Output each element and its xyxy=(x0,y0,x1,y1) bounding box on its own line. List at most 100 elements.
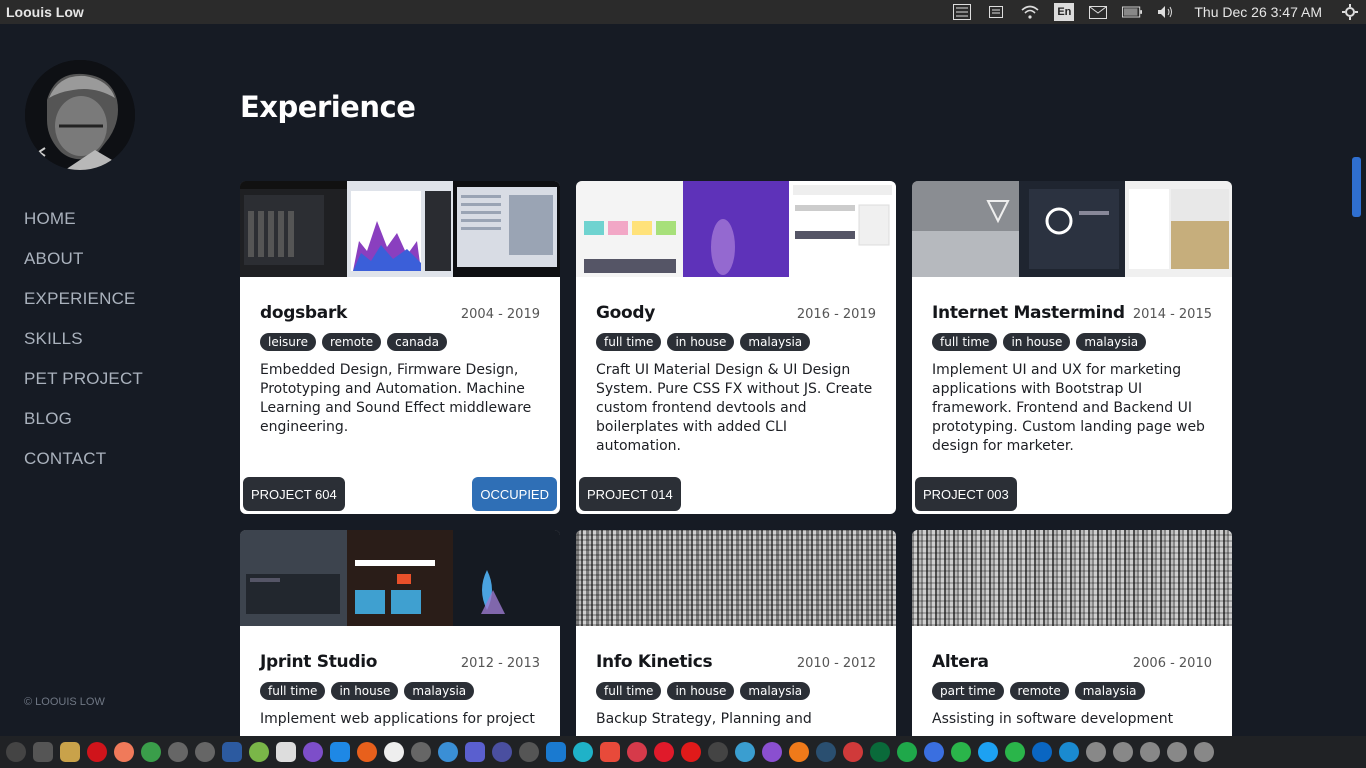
app-icon[interactable] xyxy=(627,742,647,762)
app-icon[interactable] xyxy=(573,742,593,762)
nav-experience[interactable]: EXPERIENCE xyxy=(24,289,143,329)
line-icon[interactable] xyxy=(1005,742,1025,762)
app-icon[interactable] xyxy=(600,742,620,762)
nav-contact[interactable]: CONTACT xyxy=(24,449,143,489)
mail-icon[interactable] xyxy=(1088,4,1108,20)
messenger-icon[interactable] xyxy=(924,742,944,762)
screenshot-image xyxy=(1018,181,1126,277)
app-icon[interactable] xyxy=(1194,742,1214,762)
webstorm-icon[interactable] xyxy=(222,742,242,762)
app-icon[interactable] xyxy=(195,742,215,762)
nav-skills[interactable]: SKILLS xyxy=(24,329,143,369)
app-icon[interactable] xyxy=(708,742,728,762)
app-icon[interactable] xyxy=(1140,742,1160,762)
keyboard-icon[interactable] xyxy=(986,4,1006,20)
tag: in house xyxy=(1003,333,1071,351)
tag-list: full time in house malaysia xyxy=(596,333,876,351)
screenshot-image xyxy=(453,530,560,626)
starbucks-icon[interactable] xyxy=(870,742,890,762)
box-icon[interactable] xyxy=(330,742,350,762)
nav-home[interactable]: HOME xyxy=(24,209,143,249)
github-icon[interactable] xyxy=(384,742,404,762)
clock[interactable]: Thu Dec 26 3:47 AM xyxy=(1190,4,1326,20)
app-icon[interactable] xyxy=(1086,742,1106,762)
description: Embedded Design, Firmware Design, Protot… xyxy=(260,362,532,435)
wifi-icon[interactable] xyxy=(1020,4,1040,20)
company-name: Internet Mastermind xyxy=(932,303,1125,323)
whatsapp-icon[interactable] xyxy=(951,742,971,762)
occupied-badge[interactable]: OCCUPIED xyxy=(472,477,557,511)
project-badge[interactable]: PROJECT 003 xyxy=(915,477,1017,511)
card-body: Info Kinetics 2010 - 2012 full time in h… xyxy=(576,626,896,729)
pocket-icon[interactable] xyxy=(654,742,674,762)
linkedin-icon[interactable] xyxy=(1032,742,1052,762)
app-icon[interactable] xyxy=(843,742,863,762)
app-icon[interactable] xyxy=(114,742,134,762)
power-icon[interactable] xyxy=(1340,4,1360,20)
app-icon[interactable] xyxy=(519,742,539,762)
experience-card-altera[interactable]: Altera 2006 - 2010 part time remote mala… xyxy=(912,530,1232,736)
twitch-icon[interactable] xyxy=(762,742,782,762)
years: 2012 - 2013 xyxy=(460,656,540,671)
steam-icon[interactable] xyxy=(816,742,836,762)
lang-indicator[interactable]: En xyxy=(1054,3,1075,21)
opera-icon[interactable] xyxy=(87,742,107,762)
scrollbar-thumb[interactable] xyxy=(1352,157,1361,217)
card-screenshots xyxy=(576,181,896,277)
screenshot-image xyxy=(682,181,790,277)
app-icon[interactable] xyxy=(465,742,485,762)
app-icon[interactable] xyxy=(546,742,566,762)
app-icon[interactable] xyxy=(492,742,512,762)
tag-list: full time in house malaysia xyxy=(596,682,876,700)
project-badge[interactable]: PROJECT 014 xyxy=(579,477,681,511)
company-name: Goody xyxy=(596,303,656,323)
card-body: Altera 2006 - 2010 part time remote mala… xyxy=(912,626,1232,729)
soundcloud-icon[interactable] xyxy=(789,742,809,762)
screenshot-image xyxy=(912,181,1019,277)
nav-blog[interactable]: BLOG xyxy=(24,409,143,449)
screenshot-image xyxy=(240,181,347,277)
nav-about[interactable]: ABOUT xyxy=(24,249,143,289)
app-icon[interactable] xyxy=(357,742,377,762)
nav-pet-project[interactable]: PET PROJECT xyxy=(24,369,143,409)
description: Craft UI Material Design & UI Design Sys… xyxy=(596,362,873,454)
android-icon[interactable] xyxy=(249,742,269,762)
company-name: dogsbark xyxy=(260,303,348,323)
app-icon[interactable] xyxy=(1113,742,1133,762)
experience-card-internet-mastermind[interactable]: Internet Mastermind 2014 - 2015 full tim… xyxy=(912,181,1232,514)
list-icon[interactable] xyxy=(952,4,972,20)
tag-list: full time in house malaysia xyxy=(260,682,540,700)
taskbar xyxy=(0,736,1366,768)
project-badge[interactable]: PROJECT 604 xyxy=(243,477,345,511)
app-icon[interactable] xyxy=(1167,742,1187,762)
card-screenshots xyxy=(240,181,560,277)
battery-icon[interactable] xyxy=(1122,4,1143,20)
screenshot-image xyxy=(346,530,454,626)
youtube-icon[interactable] xyxy=(681,742,701,762)
card-body: Internet Mastermind 2014 - 2015 full tim… xyxy=(912,277,1232,456)
settings-icon[interactable] xyxy=(6,742,26,762)
app-icon[interactable] xyxy=(303,742,323,762)
app-icon[interactable] xyxy=(438,742,458,762)
experience-card-goody[interactable]: Goody 2016 - 2019 full time in house mal… xyxy=(576,181,896,514)
terminal-icon[interactable] xyxy=(33,742,53,762)
editor-icon[interactable] xyxy=(276,742,296,762)
chrome-icon[interactable] xyxy=(141,742,161,762)
system-top-panel: Loouis Low En Thu Dec 26 3:47 AM xyxy=(0,0,1366,24)
hangouts-icon[interactable] xyxy=(897,742,917,762)
app-icon[interactable] xyxy=(735,742,755,762)
years: 2006 - 2010 xyxy=(1132,656,1212,671)
app-icon[interactable] xyxy=(1059,742,1079,762)
experience-card-jprint-studio[interactable]: Jprint Studio 2012 - 2013 full time in h… xyxy=(240,530,560,736)
app-icon[interactable] xyxy=(411,742,431,762)
card-screenshots xyxy=(912,181,1232,277)
volume-icon[interactable] xyxy=(1156,4,1176,20)
company-name: Altera xyxy=(932,652,989,672)
screenshot-image xyxy=(1125,181,1232,277)
twitter-icon[interactable] xyxy=(978,742,998,762)
files-icon[interactable] xyxy=(60,742,80,762)
app-icon[interactable] xyxy=(168,742,188,762)
experience-card-dogsbark[interactable]: dogsbark 2004 - 2019 leisure remote cana… xyxy=(240,181,560,514)
experience-card-info-kinetics[interactable]: Info Kinetics 2010 - 2012 full time in h… xyxy=(576,530,896,736)
tag: in house xyxy=(331,682,399,700)
